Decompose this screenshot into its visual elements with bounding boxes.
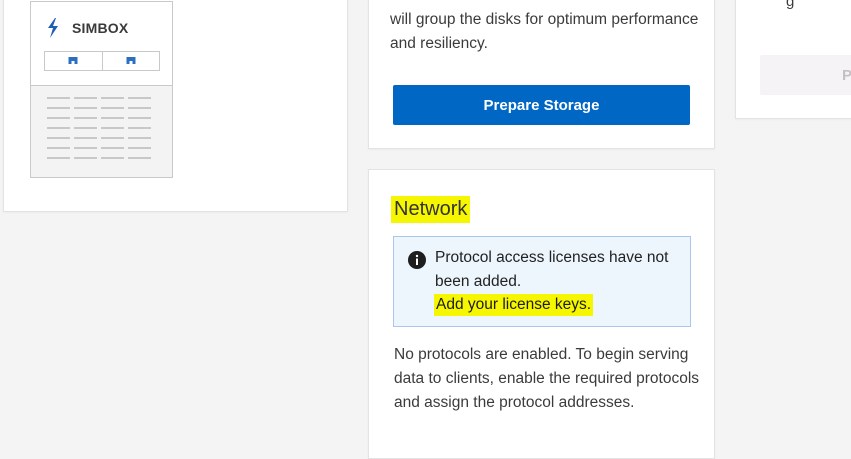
disk-line [74, 107, 97, 109]
simbox-title: SIMBOX [72, 20, 129, 36]
node-icon [126, 57, 136, 64]
prepare-storage-button[interactable]: Prepare Storage [393, 85, 690, 125]
info-icon [408, 251, 426, 269]
disk-line [74, 117, 97, 119]
disk-line [74, 147, 97, 149]
disk-line [128, 107, 151, 109]
disk-line [128, 147, 151, 149]
disk-line [128, 137, 151, 139]
node-icon [68, 57, 78, 64]
disk-line [74, 157, 97, 159]
network-description: No protocols are enabled. To begin servi… [394, 346, 700, 411]
license-alert: Protocol access licenses have not been a… [393, 236, 691, 327]
cluster-card: SIMBOX [3, 0, 348, 212]
simbox-nodes [44, 51, 160, 71]
disk-line [128, 117, 151, 119]
right-card-button[interactable]: P [760, 55, 851, 95]
disk-line [128, 97, 151, 99]
disk-line [47, 157, 70, 159]
simbox-node-1 [45, 52, 102, 70]
disk-line [47, 127, 70, 129]
alert-message: Protocol access licenses have not been a… [435, 249, 669, 290]
disk-line [47, 117, 70, 119]
disk-line [128, 157, 151, 159]
disk-line [101, 157, 124, 159]
disk-line [47, 137, 70, 139]
disk-line [101, 147, 124, 149]
disk-line [47, 97, 70, 99]
disk-line [101, 127, 124, 129]
disk-line [74, 97, 97, 99]
right-card: g P [735, 0, 851, 119]
simbox-illustration: SIMBOX [30, 1, 173, 178]
disk-line [101, 117, 124, 119]
disk-line [101, 97, 124, 99]
storage-description: will group the disks for optimum perform… [390, 11, 699, 52]
network-title: Network [391, 196, 471, 223]
disk-line [101, 137, 124, 139]
storage-card: will group the disks for optimum perform… [368, 0, 715, 149]
add-license-keys-link[interactable]: Add your license keys. [434, 294, 594, 316]
disk-line [101, 107, 124, 109]
network-card: Network Protocol access licenses have no… [368, 169, 715, 459]
disk-grid [47, 97, 155, 167]
disk-line [47, 107, 70, 109]
disk-line [128, 127, 151, 129]
disk-line [47, 147, 70, 149]
disk-line [74, 127, 97, 129]
disk-line [74, 137, 97, 139]
simbox-header: SIMBOX [31, 2, 172, 86]
lightning-bolt-icon [48, 18, 58, 38]
simbox-node-2 [101, 52, 160, 70]
right-card-text: g [786, 0, 795, 10]
